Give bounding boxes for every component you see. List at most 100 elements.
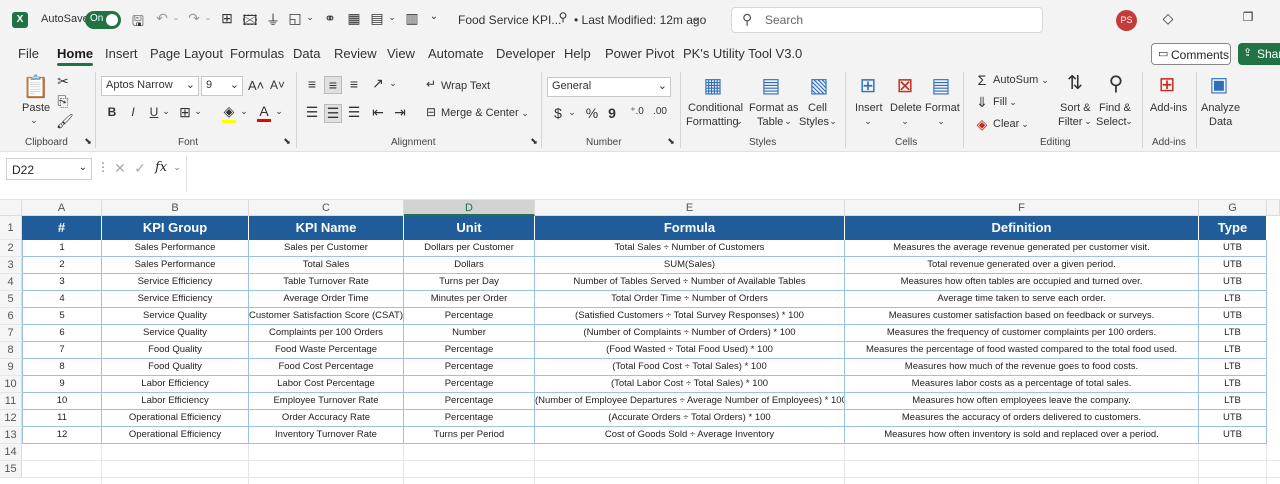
chevron-down-icon[interactable]: ⌄ <box>172 12 180 23</box>
tab-pk-utility[interactable]: PK's Utility Tool V3.0 <box>683 46 802 61</box>
align-center-icon[interactable]: ☰ <box>324 104 342 123</box>
font-color-icon[interactable]: A <box>257 103 271 122</box>
align-right-icon[interactable]: ☰ <box>346 104 362 121</box>
table-cell[interactable]: UTB <box>1199 308 1267 325</box>
tab-help[interactable]: Help <box>564 46 591 61</box>
number-format-select[interactable]: General ⌄ <box>547 77 671 97</box>
table-cell[interactable]: 2 <box>22 257 102 274</box>
table-cell[interactable]: 7 <box>22 342 102 359</box>
delete-cells-icon[interactable]: ⊠ <box>892 73 918 98</box>
tab-home[interactable]: Home <box>57 46 94 66</box>
table-cell[interactable]: Measures how often employees leave the c… <box>845 393 1199 410</box>
table-cell[interactable]: Average Order Time <box>249 291 404 308</box>
table-cell[interactable]: Food Waste Percentage <box>249 342 404 359</box>
link-icon[interactable]: ⚭ <box>322 10 338 27</box>
increase-indent-icon[interactable]: ⇥ <box>392 104 408 121</box>
table-cell[interactable]: 6 <box>22 325 102 342</box>
table-cell[interactable]: Minutes per Order <box>404 291 535 308</box>
table-cell[interactable]: (Number of Complaints ÷ Number of Orders… <box>535 325 845 342</box>
increase-decimal-icon[interactable]: ⁺.0 <box>628 106 646 117</box>
tab-file[interactable]: File <box>18 46 39 61</box>
table-cell[interactable]: Labor Efficiency <box>102 376 249 393</box>
increase-font-icon[interactable]: A˄ <box>248 78 264 93</box>
table-header-cell[interactable]: Type <box>1199 216 1267 240</box>
table-icon[interactable]: ▦ <box>346 10 362 27</box>
chevron-down-icon[interactable]: ⌄ <box>306 12 314 23</box>
table-cell[interactable]: (Satisfied Customers ÷ Total Survey Resp… <box>535 308 845 325</box>
table-header-cell[interactable]: Formula <box>535 216 845 240</box>
merge-icon[interactable]: ⊟ <box>424 105 438 119</box>
chevron-down-icon[interactable]: ⌄ <box>275 106 283 117</box>
table-cell[interactable]: Operational Efficiency <box>102 427 249 444</box>
fill-icon[interactable]: ⇓ <box>975 94 989 111</box>
cell-styles-button[interactable]: Cell <box>808 102 827 114</box>
chevron-down-icon[interactable]: ⌄ <box>1041 75 1049 86</box>
wrap-text-icon[interactable]: ↵ <box>424 77 438 91</box>
comments-button[interactable]: ▭ Comments <box>1151 43 1231 65</box>
chevron-down-icon[interactable]: ⌄ <box>29 115 39 126</box>
analyze-data-button[interactable]: Analyze <box>1201 102 1240 114</box>
share-button[interactable]: ⇪ Shar <box>1238 43 1280 65</box>
cell-styles-icon[interactable]: ▧ <box>806 73 832 98</box>
row-header-6[interactable]: 6 <box>0 308 22 325</box>
chevron-down-icon[interactable]: ⌄ <box>568 107 576 118</box>
align-top-icon[interactable]: ≡ <box>304 76 320 92</box>
table-cell[interactable]: LTB <box>1199 325 1267 342</box>
table-cell[interactable]: 11 <box>22 410 102 427</box>
restore-window-icon[interactable]: ❐ <box>1240 10 1256 24</box>
chevron-down-icon[interactable]: ⌄ <box>240 106 248 117</box>
decrease-indent-icon[interactable]: ⇤ <box>370 104 386 121</box>
filter-icon[interactable]: ⏚ <box>265 10 281 30</box>
format-as-table-icon[interactable]: ▤ <box>758 73 784 98</box>
column-header-g[interactable]: G <box>1199 200 1267 216</box>
table-cell[interactable]: UTB <box>1199 427 1267 444</box>
tab-developer[interactable]: Developer <box>496 46 555 61</box>
chevron-down-icon[interactable]: ⌄ <box>79 162 87 173</box>
file-name[interactable]: Food Service KPI... <box>458 13 561 27</box>
row-header-1[interactable]: 1 <box>0 216 22 240</box>
tab-automate[interactable]: Automate <box>428 46 484 61</box>
table-cell[interactable]: Food Quality <box>102 342 249 359</box>
search-input[interactable]: Search <box>765 13 803 27</box>
format-cells-icon[interactable]: ▤ <box>928 73 954 98</box>
table-cell[interactable]: Labor Efficiency <box>102 393 249 410</box>
format-as-table-button[interactable]: Format as <box>749 102 799 114</box>
table-cell[interactable]: 3 <box>22 274 102 291</box>
orientation-icon[interactable]: ↗ <box>370 75 386 92</box>
chevron-down-icon[interactable]: ⌄ <box>388 12 396 23</box>
table-cell[interactable]: 12 <box>22 427 102 444</box>
table-cell[interactable]: Service Quality <box>102 308 249 325</box>
table-cell[interactable]: Measures the percentage of food wasted c… <box>845 342 1199 359</box>
autosave-toggle[interactable]: On <box>85 11 121 29</box>
more-options-icon[interactable]: ⋮ <box>97 160 109 174</box>
column-header-f[interactable]: F <box>845 200 1199 216</box>
table-cell[interactable]: Complaints per 100 Orders <box>249 325 404 342</box>
enter-icon[interactable]: ✓ <box>134 160 146 177</box>
chevron-down-icon[interactable]: ⌄ <box>204 12 212 23</box>
insert-cells-icon[interactable]: ⊞ <box>855 73 881 98</box>
chevron-down-icon[interactable]: ⌄ <box>1084 116 1092 127</box>
font-size-select[interactable]: 9 ⌄ <box>201 76 243 96</box>
format-painter-icon[interactable]: 🖌 <box>56 113 74 130</box>
table-cell[interactable]: Percentage <box>404 393 535 410</box>
fill-button[interactable]: Fill <box>993 96 1007 108</box>
table-header-cell[interactable]: KPI Name <box>249 216 404 240</box>
chevron-down-icon[interactable]: ⌄ <box>864 116 872 127</box>
table-cell[interactable]: 9 <box>22 376 102 393</box>
table-cell[interactable]: LTB <box>1199 291 1267 308</box>
row-header-13[interactable]: 13 <box>0 427 22 444</box>
dialog-launcher-icon[interactable]: ⬊ <box>666 136 676 147</box>
tab-insert[interactable]: Insert <box>105 46 138 61</box>
table-cell[interactable]: Average time taken to serve each order. <box>845 291 1199 308</box>
table-cell[interactable]: (Accurate Orders ÷ Total Orders) * 100 <box>535 410 845 427</box>
table-cell[interactable]: Measures the frequency of customer compl… <box>845 325 1199 342</box>
row-header-12[interactable]: 12 <box>0 410 22 427</box>
table-cell[interactable]: UTB <box>1199 240 1267 257</box>
table-cell[interactable]: LTB <box>1199 342 1267 359</box>
table-cell[interactable]: Percentage <box>404 410 535 427</box>
autosum-icon[interactable]: Σ <box>975 72 989 88</box>
dialog-launcher-icon[interactable]: ⬊ <box>282 136 292 147</box>
table-cell[interactable]: Measures the accuracy of orders delivere… <box>845 410 1199 427</box>
table-cell[interactable]: Employee Turnover Rate <box>249 393 404 410</box>
fill-color-icon[interactable]: ◈ <box>222 103 236 123</box>
